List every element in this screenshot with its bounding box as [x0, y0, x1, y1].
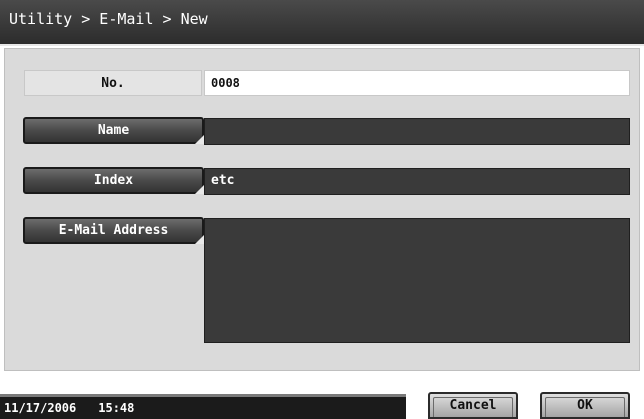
name-button-label: Name — [97, 123, 130, 138]
index-button-label: Index — [93, 173, 134, 188]
cancel-button[interactable]: Cancel — [428, 392, 518, 419]
status-bar: 11/17/2006 15:48 — [0, 394, 406, 419]
clock: 11/17/2006 15:48 — [4, 401, 156, 415]
corner-tab-icon — [195, 185, 204, 194]
index-field[interactable]: etc — [204, 168, 630, 195]
cancel-button-label: Cancel — [449, 398, 497, 413]
name-button[interactable]: Name — [23, 117, 204, 144]
corner-tab-icon — [195, 135, 204, 144]
breadcrumb: Utility > E-Mail > New — [9, 10, 208, 28]
email-address-button[interactable]: E-Mail Address — [23, 217, 204, 244]
status-time: 15:48 — [98, 401, 135, 415]
status-date: 11/17/2006 — [4, 401, 77, 415]
email-address-field[interactable] — [204, 218, 630, 343]
number-label: No. — [24, 70, 202, 96]
index-button[interactable]: Index — [23, 167, 204, 194]
number-value: 0008 — [204, 70, 630, 96]
ok-button[interactable]: OK — [540, 392, 630, 419]
email-address-button-label: E-Mail Address — [58, 223, 169, 238]
ok-button-label: OK — [577, 398, 593, 413]
name-field[interactable] — [204, 118, 630, 145]
title-bar: Utility > E-Mail > New — [0, 0, 644, 46]
corner-tab-icon — [195, 235, 204, 244]
